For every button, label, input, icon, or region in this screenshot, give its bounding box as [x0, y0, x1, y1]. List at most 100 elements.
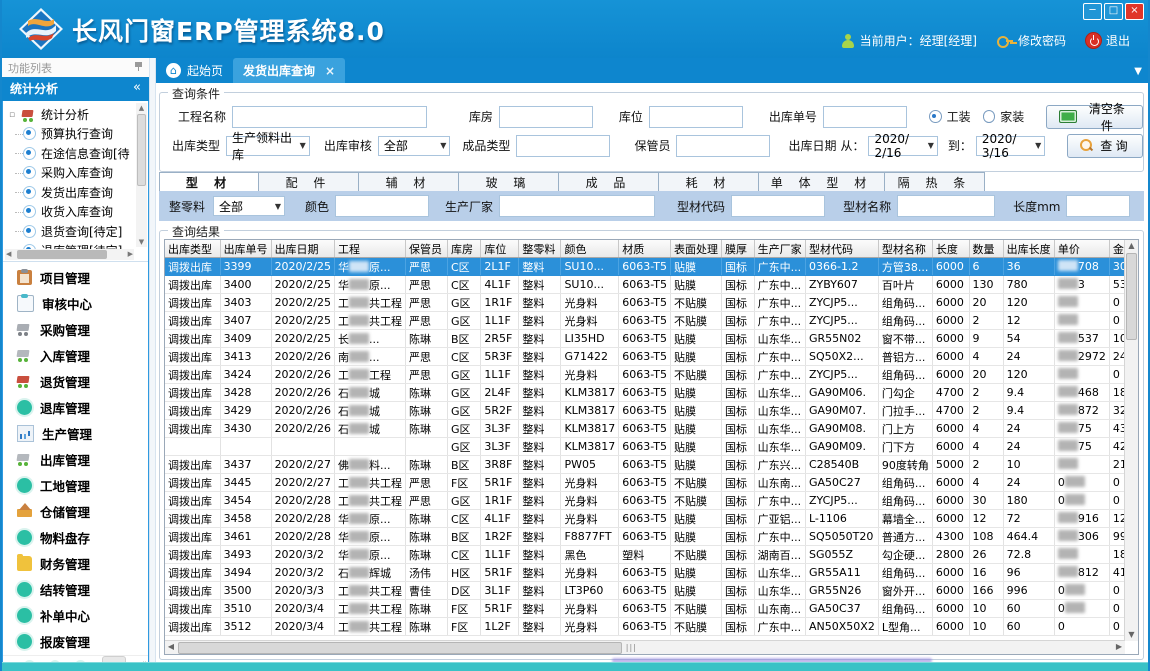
- date-to-select[interactable]: 2020/ 3/16▼: [976, 136, 1045, 156]
- sidebar-item-入库管理[interactable]: 入库管理: [3, 343, 148, 369]
- table-row[interactable]: 调拨出库34032020/2/25工共工程严思G区1R1F整料光身料6063-T…: [165, 294, 1138, 312]
- pin-icon[interactable]: [134, 62, 143, 71]
- audit-select[interactable]: 全部▼: [378, 136, 451, 156]
- maximize-button[interactable]: □: [1104, 3, 1123, 20]
- sidebar-item-退库管理[interactable]: 退库管理: [3, 395, 148, 421]
- profile-code-input[interactable]: [731, 195, 825, 217]
- material-tab-单体型材[interactable]: 单 体 型 材: [759, 172, 885, 192]
- column-header-库房[interactable]: 库房: [448, 240, 481, 258]
- column-header-型材名称[interactable]: 型材名称: [878, 240, 932, 258]
- scroll-up-icon[interactable]: ▲: [136, 103, 147, 113]
- product-type-input[interactable]: [516, 135, 610, 157]
- column-header-长度[interactable]: 长度: [932, 240, 969, 258]
- tree-item-收货入库查询[interactable]: 收货入库查询: [9, 202, 148, 222]
- column-header-材质[interactable]: 材质: [619, 240, 671, 258]
- sidebar-splitter[interactable]: [149, 58, 156, 663]
- location-input[interactable]: [649, 106, 743, 128]
- table-row[interactable]: 调拨出库34002020/2/25华原...严思C区4L1F整料SU10...6…: [165, 276, 1138, 294]
- column-header-出库长度[interactable]: 出库长度: [1003, 240, 1054, 258]
- table-row[interactable]: 调拨出库33992020/2/25华原...严思C区2L1F整料SU10...6…: [165, 258, 1138, 276]
- logout-button[interactable]: 退出: [1086, 32, 1130, 49]
- scroll-right-icon[interactable]: ▶: [1113, 641, 1125, 653]
- scroll-left-icon[interactable]: ◀: [165, 641, 177, 653]
- material-tab-隔热条[interactable]: 隔 热 条: [885, 172, 985, 192]
- tree-item-采购入库查询[interactable]: 采购入库查询: [9, 163, 148, 183]
- column-header-出库单号[interactable]: 出库单号: [220, 240, 271, 258]
- sidebar-item-财务管理[interactable]: 财务管理: [3, 551, 148, 577]
- radio-jiazhuang[interactable]: [983, 110, 996, 123]
- tree-item-在途信息查询[待[interactable]: 在途信息查询[待: [9, 144, 148, 164]
- table-row[interactable]: 调拨出库34542020/2/28工共工程严思G区1R1F整料光身料6063-T…: [165, 492, 1138, 510]
- table-row[interactable]: 调拨出库35002020/3/3工共工程曹佳D区3L1F整料LT3P606063…: [165, 582, 1138, 600]
- table-row[interactable]: 调拨出库35122020/3/4工共工程陈琳F区1L2F整料光身料6063-T5…: [165, 618, 1138, 636]
- close-button[interactable]: ×: [1125, 3, 1144, 20]
- material-tab-配件[interactable]: 配 件: [259, 172, 359, 192]
- material-tab-成品[interactable]: 成 品: [559, 172, 659, 192]
- table-vertical-scrollbar[interactable]: ▲ ▼: [1124, 240, 1138, 641]
- warehouse-input[interactable]: [499, 106, 593, 128]
- sidebar-item-生产管理[interactable]: 生产管理: [3, 421, 148, 447]
- sidebar-item-结转管理[interactable]: 结转管理: [3, 577, 148, 603]
- color-input[interactable]: [335, 195, 429, 217]
- table-row[interactable]: 调拨出库34132020/2/26南...严思C区5R3F整料G71422606…: [165, 348, 1138, 366]
- table-row[interactable]: 调拨出库34932020/3/2华原...陈琳C区1L1F整料黑色塑料不贴膜国标…: [165, 546, 1138, 564]
- date-from-select[interactable]: 2020/ 2/16▼: [868, 136, 937, 156]
- tree-item-预算执行查询[interactable]: 预算执行查询: [9, 124, 148, 144]
- tab-close-icon[interactable]: ×: [325, 64, 335, 78]
- profile-name-input[interactable]: [897, 195, 995, 217]
- tree-item-发货出库查询[interactable]: 发货出库查询: [9, 183, 148, 203]
- column-header-生产厂家[interactable]: 生产厂家: [754, 240, 805, 258]
- scroll-down-icon[interactable]: ▼: [1125, 629, 1138, 641]
- tree-expander-icon[interactable]: ▫: [9, 110, 18, 120]
- scroll-down-icon[interactable]: ▼: [136, 237, 147, 247]
- tree-horizontal-scrollbar[interactable]: ◀ ▶: [5, 249, 134, 260]
- table-row[interactable]: 调拨出库34942020/3/2石辉城汤伟H区5R1F整料光身料6063-T5贴…: [165, 564, 1138, 582]
- tree-vertical-scrollbar[interactable]: ▲ ▼: [136, 103, 147, 247]
- column-header-保管员[interactable]: 保管员: [405, 240, 447, 258]
- minimize-button[interactable]: ─: [1083, 3, 1102, 20]
- sidebar-item-审核中心[interactable]: 审核中心: [3, 291, 148, 317]
- material-tab-玻璃[interactable]: 玻 璃: [459, 172, 559, 192]
- out-type-select[interactable]: 生产领料出库▼: [226, 136, 310, 156]
- table-row[interactable]: 调拨出库34072020/2/25工共工程严思G区1L1F整料光身料6063-T…: [165, 312, 1138, 330]
- table-row[interactable]: 调拨出库34292020/2/26石城陈琳G区5R2F整料KLM38176063…: [165, 402, 1138, 420]
- table-row[interactable]: 调拨出库34282020/2/26石城陈琳G区2L4F整料KLM38176063…: [165, 384, 1138, 402]
- column-header-整零料[interactable]: 整零料: [519, 240, 561, 258]
- table-row[interactable]: 调拨出库34372020/2/27佛料...陈琳B区3R8F整料PW056063…: [165, 456, 1138, 474]
- tree-item-退货查询[待定][interactable]: 退货查询[待定]: [9, 222, 148, 242]
- material-tab-耗材[interactable]: 耗 材: [659, 172, 759, 192]
- whole-piece-select[interactable]: 全部▼: [213, 196, 285, 216]
- scroll-right-icon[interactable]: ▶: [128, 250, 133, 258]
- tab-list-dropdown-icon[interactable]: ▼: [1134, 66, 1142, 77]
- clear-conditions-button[interactable]: 清空条件: [1046, 105, 1143, 129]
- scroll-up-icon[interactable]: ▲: [1125, 240, 1138, 252]
- sidebar-item-出库管理[interactable]: 出库管理: [3, 447, 148, 473]
- vendor-input[interactable]: [499, 195, 655, 217]
- column-header-数量[interactable]: 数量: [969, 240, 1003, 258]
- sidebar-item-报废管理[interactable]: 报废管理: [3, 629, 148, 655]
- table-row[interactable]: 调拨出库34302020/2/26石城陈琳G区3L3F整料KLM38176063…: [165, 420, 1138, 438]
- sidebar-item-采购管理[interactable]: 采购管理: [3, 317, 148, 343]
- column-header-膜厚[interactable]: 膜厚: [721, 240, 754, 258]
- column-header-库位[interactable]: 库位: [481, 240, 519, 258]
- search-button[interactable]: 查 询: [1067, 134, 1143, 158]
- sidebar-item-项目管理[interactable]: 项目管理: [3, 265, 148, 291]
- table-row[interactable]: 调拨出库34612020/2/28华原...陈琳B区1R2F整料F8877FT6…: [165, 528, 1138, 546]
- order-no-input[interactable]: [823, 106, 907, 128]
- sidebar-panel-header[interactable]: 统计分析 «: [2, 77, 149, 101]
- length-input[interactable]: [1066, 195, 1130, 217]
- scrollbar-thumb[interactable]: [17, 250, 107, 259]
- sidebar-item-退货管理[interactable]: 退货管理: [3, 369, 148, 395]
- scrollbar-thumb[interactable]: [137, 114, 146, 186]
- sidebar-item-物料盘存[interactable]: 物料盘存: [3, 525, 148, 551]
- column-header-颜色[interactable]: 颜色: [561, 240, 619, 258]
- project-name-input[interactable]: [232, 106, 427, 128]
- scrollbar-thumb[interactable]: [178, 642, 622, 654]
- table-row[interactable]: 调拨出库34582020/2/28华原...陈琳C区4L1F整料光身料6063-…: [165, 510, 1138, 528]
- sidebar-item-工地管理[interactable]: 工地管理: [3, 473, 148, 499]
- material-tab-辅材[interactable]: 辅 材: [359, 172, 459, 192]
- column-header-型材代码[interactable]: 型材代码: [806, 240, 879, 258]
- table-row[interactable]: 调拨出库35102020/3/4工共工程陈琳F区5R1F整料光身料6063-T5…: [165, 600, 1138, 618]
- column-header-单价[interactable]: 单价: [1054, 240, 1109, 258]
- table-row[interactable]: 调拨出库34452020/2/27工共工程严思F区5R1F整料光身料6063-T…: [165, 474, 1138, 492]
